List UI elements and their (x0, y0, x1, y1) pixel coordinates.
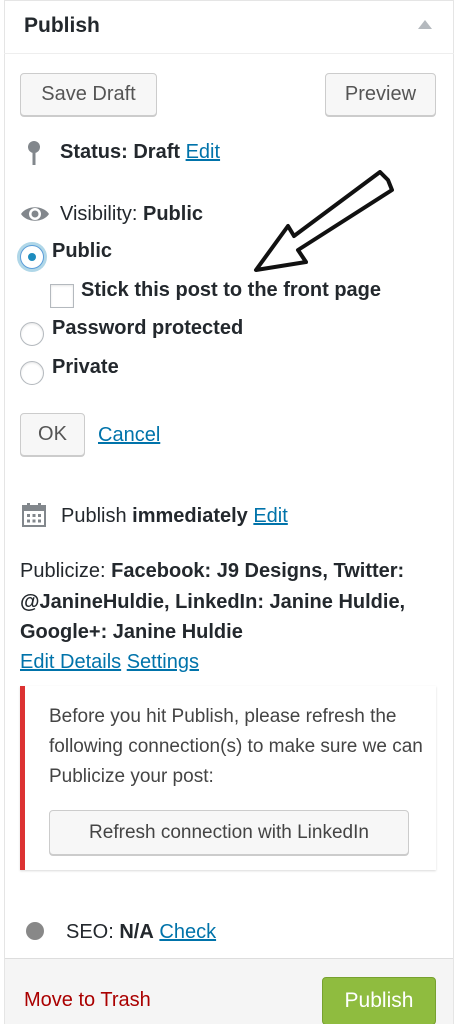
status-value: Draft (133, 141, 181, 163)
visibility-private-radio[interactable] (20, 361, 44, 385)
publicize-prefix: Publicize: (20, 560, 106, 582)
seo-row: SEO: N/A Check (66, 921, 216, 944)
seo-dot-icon (26, 922, 44, 940)
preview-button[interactable]: Preview (325, 73, 436, 116)
publicize-links: Edit Details Settings (20, 651, 199, 674)
collapse-toggle-icon[interactable] (418, 20, 432, 29)
visibility-public-label[interactable]: Public (52, 240, 112, 263)
status-row: Status: Draft Edit (60, 141, 220, 164)
calendar-icon (22, 503, 46, 527)
visibility-value: Public (143, 203, 204, 225)
eye-icon (21, 207, 49, 221)
schedule-prefix: Publish (61, 505, 127, 527)
publish-button[interactable]: Publish (322, 977, 436, 1024)
refresh-notice: Before you hit Publish, please refresh t… (20, 686, 436, 870)
visibility-label: Visibility: (60, 203, 138, 225)
publicize-line-1: Publicize: Facebook: J9 Designs, Twitter… (20, 560, 404, 583)
visibility-password-label[interactable]: Password protected (52, 317, 243, 340)
seo-check-link[interactable]: Check (159, 921, 216, 943)
publicize-services-3: Google+: Janine Huldie (20, 621, 243, 643)
visibility-password-radio[interactable] (20, 322, 44, 346)
schedule-row: Publish immediately Edit (61, 505, 288, 528)
arrow-annotation-icon (254, 170, 394, 272)
publicize-services-1: Facebook: J9 Designs, Twitter: (111, 560, 405, 582)
schedule-value: immediately (132, 505, 248, 527)
visibility-private-label[interactable]: Private (52, 356, 119, 379)
status-edit-link[interactable]: Edit (186, 141, 220, 163)
save-draft-button[interactable]: Save Draft (20, 73, 157, 116)
publicize-settings-link[interactable]: Settings (127, 651, 199, 673)
schedule-edit-link[interactable]: Edit (253, 505, 287, 527)
pin-icon (28, 141, 40, 165)
sticky-label[interactable]: Stick this post to the front page (81, 279, 381, 302)
edit-details-link[interactable]: Edit Details (20, 651, 121, 673)
refresh-linkedin-button[interactable]: Refresh connection with LinkedIn (49, 810, 409, 855)
visibility-row: Visibility: Public (60, 203, 203, 226)
seo-value: N/A (119, 921, 154, 943)
visibility-public-radio[interactable] (20, 245, 44, 269)
major-publishing-actions: Move to Trash Publish (5, 958, 453, 1024)
metabox-title: Publish (24, 14, 100, 37)
publicize-services-2: @JanineHuldie, LinkedIn: Janine Huldie, (20, 591, 406, 613)
status-label: Status: (60, 141, 128, 163)
metabox-header[interactable]: Publish (4, 0, 454, 54)
sticky-checkbox[interactable] (50, 284, 74, 308)
ok-button[interactable]: OK (20, 413, 85, 456)
cancel-link[interactable]: Cancel (98, 424, 160, 447)
move-to-trash-link[interactable]: Move to Trash (24, 989, 151, 1012)
seo-label: SEO: (66, 921, 114, 943)
notice-message: Before you hit Publish, please refresh t… (49, 706, 423, 787)
